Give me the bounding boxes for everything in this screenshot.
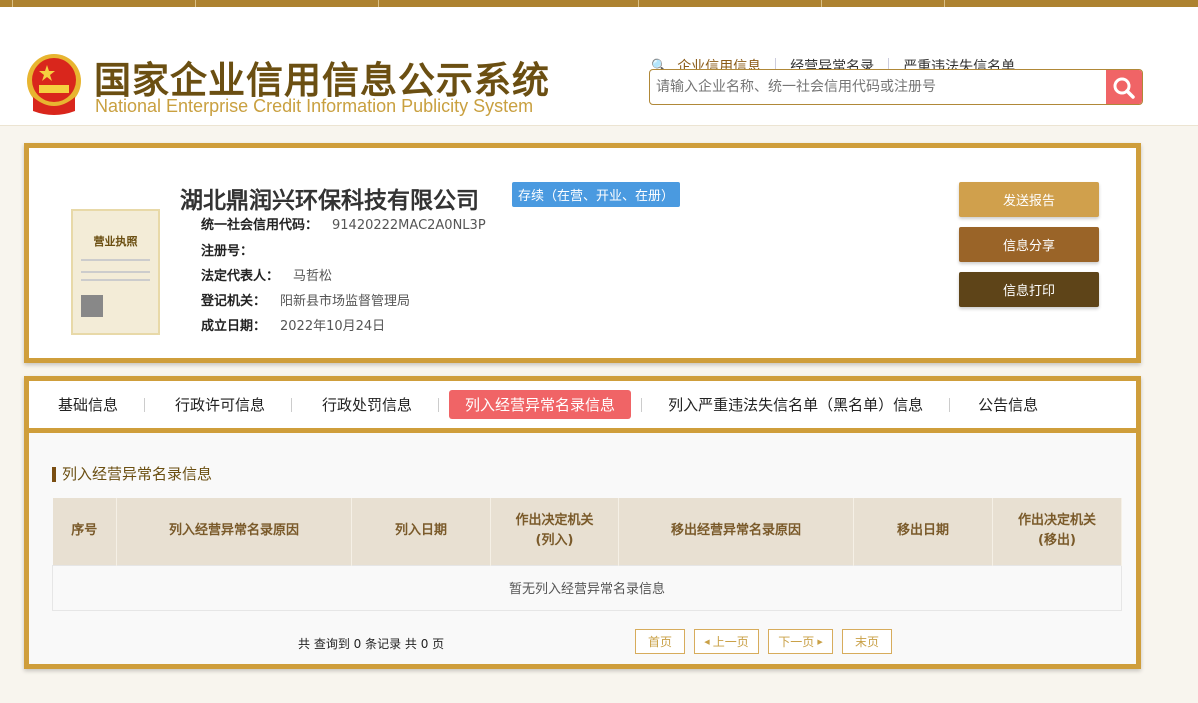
record-count: 共 查询到 0 条记录 共 0 页	[298, 637, 445, 651]
share-info-button[interactable]: 信息分享	[959, 227, 1099, 262]
search-button[interactable]	[1106, 70, 1142, 104]
info-legal-rep: 法定代表人： 马哲松	[201, 269, 333, 284]
empty-message: 暂无列入经营异常名录信息	[52, 564, 1122, 611]
search-box	[649, 69, 1143, 105]
caret-left-icon: ◀	[704, 637, 710, 646]
tab-abnormal-list[interactable]: 列入经营异常名录信息	[449, 390, 632, 419]
last-page-button[interactable]: 末页	[842, 629, 892, 654]
tab-bar: 基础信息 行政许可信息 行政处罚信息 列入经营异常名录信息 列入严重违法失信名单…	[29, 381, 1136, 433]
search-icon	[1113, 77, 1135, 99]
col-remove-reason: 移出经营异常名录原因	[618, 498, 854, 565]
status-badge: 存续（在营、开业、在册）	[512, 182, 681, 207]
col-list-date: 列入日期	[351, 498, 491, 565]
abnormal-list-table: 序号 列入经营异常名录原因 列入日期 作出决定机关 (列入) 移出经营异常名录原…	[52, 498, 1122, 611]
tab-admin-penalty[interactable]: 行政处罚信息	[306, 390, 428, 419]
col-remove-authority: 作出决定机关 (移出)	[992, 498, 1122, 565]
search-input[interactable]	[650, 70, 1106, 104]
tab-blacklist[interactable]: 列入严重违法失信名单（黑名单）信息	[652, 390, 939, 419]
caret-right-icon: ▶	[817, 637, 823, 646]
col-list-authority: 作出决定机关 (列入)	[490, 498, 619, 565]
tab-admin-license[interactable]: 行政许可信息	[159, 390, 281, 419]
col-remove-date: 移出日期	[853, 498, 993, 565]
col-list-reason: 列入经营异常名录原因	[116, 498, 352, 565]
info-credit-code: 统一社会信用代码： 91420222MAC2A0NL3P	[201, 218, 486, 233]
tab-basic-info[interactable]: 基础信息	[42, 390, 134, 419]
info-reg-authority: 登记机关： 阳新县市场监督管理局	[201, 294, 411, 309]
business-license-image: 营业执照	[71, 209, 160, 335]
info-reg-no: 注册号：	[201, 244, 254, 259]
next-page-button[interactable]: 下一页 ▶	[768, 629, 833, 654]
info-est-date: 成立日期： 2022年10月24日	[201, 319, 386, 334]
header: 国家企业信用信息公示系统 National Enterprise Credit …	[0, 7, 1198, 126]
national-emblem-icon	[27, 54, 81, 115]
print-info-button[interactable]: 信息打印	[959, 272, 1099, 307]
top-bar	[0, 0, 1198, 7]
col-index: 序号	[52, 498, 117, 565]
info-panel: 基础信息 行政许可信息 行政处罚信息 列入经营异常名录信息 列入严重违法失信名单…	[24, 376, 1141, 669]
tab-announcements[interactable]: 公告信息	[962, 390, 1054, 419]
company-name: 湖北鼎润兴环保科技有限公司	[180, 188, 479, 214]
license-label: 营业执照	[93, 235, 138, 248]
section-title: 列入经营异常名录信息	[52, 467, 212, 482]
prev-page-button[interactable]: ◀ 上一页	[694, 629, 759, 654]
send-report-button[interactable]: 发送报告	[959, 182, 1099, 217]
company-card: 营业执照 湖北鼎润兴环保科技有限公司 存续（在营、开业、在册） 统一社会信用代码…	[24, 143, 1141, 363]
first-page-button[interactable]: 首页	[635, 629, 685, 654]
site-subtitle: National Enterprise Credit Information P…	[95, 96, 534, 116]
